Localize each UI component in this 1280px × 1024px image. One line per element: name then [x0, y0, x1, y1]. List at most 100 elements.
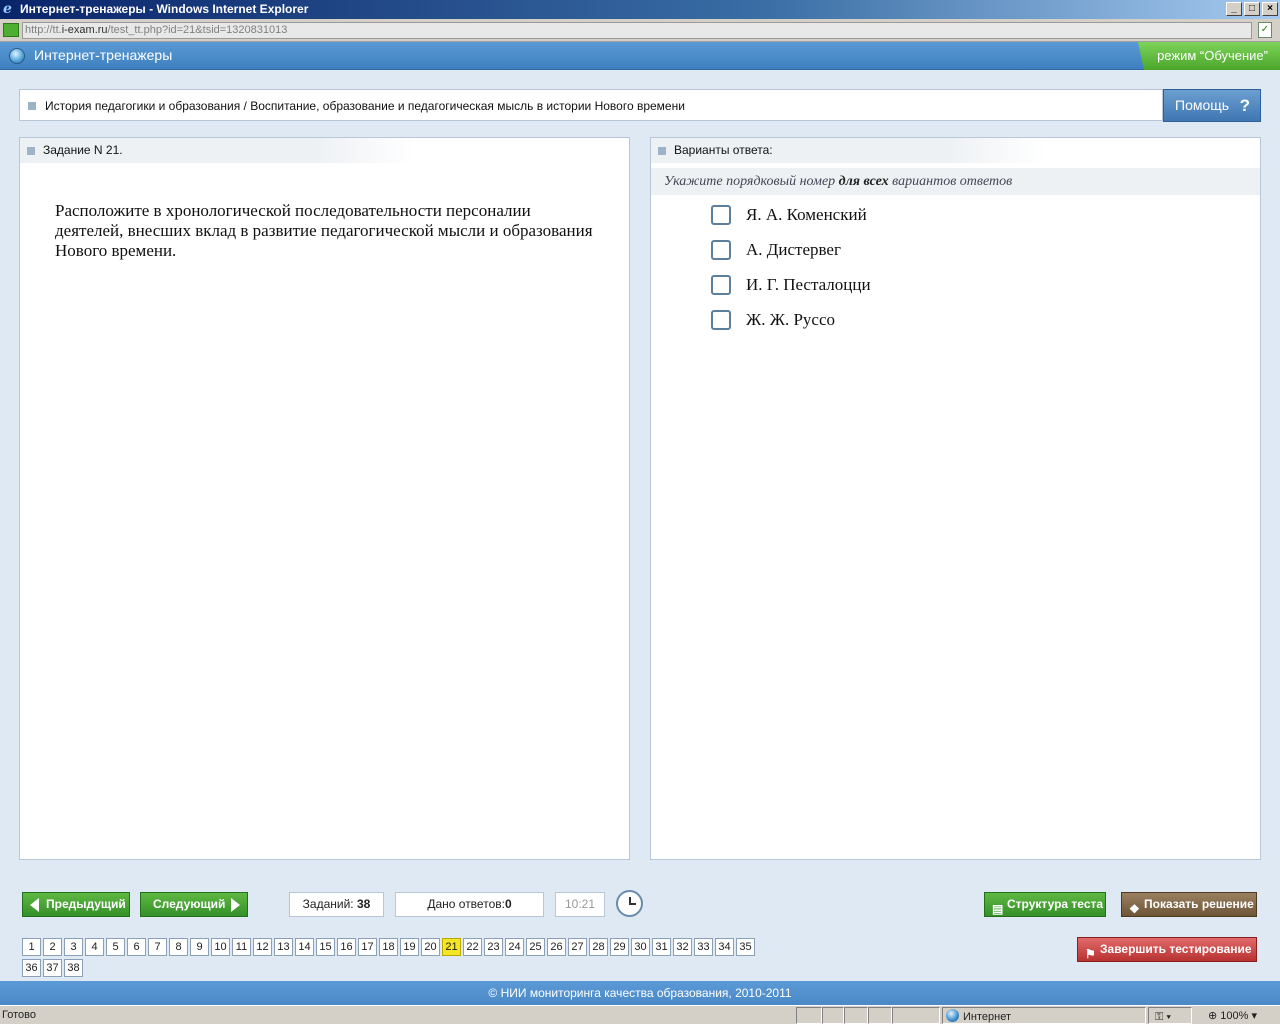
- chevron-down-icon: ▾: [1251, 1010, 1258, 1022]
- status-cell: [796, 1007, 822, 1024]
- total-tasks-value: 38: [356, 897, 371, 911]
- previous-label: Предыдущий: [46, 897, 126, 911]
- task-header: Задание N 21.: [20, 138, 415, 163]
- task-number-button[interactable]: 3: [64, 938, 83, 956]
- close-button[interactable]: ×: [1262, 2, 1278, 16]
- status-text: Готово: [2, 1009, 36, 1021]
- task-panel: Задание N 21. Расположите в хронологичес…: [19, 137, 630, 860]
- structure-label: Структура теста: [1007, 897, 1104, 911]
- task-number-button[interactable]: 38: [64, 959, 83, 977]
- test-structure-button[interactable]: ▤ Структура теста: [984, 892, 1106, 917]
- task-number-button[interactable]: 13: [274, 938, 293, 956]
- answer-option[interactable]: Ж. Ж. Руссо: [711, 309, 835, 331]
- minimize-button[interactable]: _: [1226, 2, 1242, 16]
- task-number-button[interactable]: 37: [43, 959, 62, 977]
- protected-mode-toggle[interactable]: ⚿ ▾: [1148, 1007, 1192, 1024]
- task-number-button[interactable]: 25: [526, 938, 545, 956]
- task-number-button[interactable]: 10: [211, 938, 230, 956]
- task-number-button[interactable]: 30: [631, 938, 650, 956]
- total-tasks-label: Заданий:: [302, 897, 354, 911]
- answer-checkbox[interactable]: [711, 205, 731, 225]
- task-number-button[interactable]: 9: [190, 938, 209, 956]
- task-number-button[interactable]: 28: [589, 938, 608, 956]
- ie-logo-icon: e: [3, 1, 12, 17]
- bullet-square-icon: [28, 102, 36, 110]
- task-number-button[interactable]: 15: [316, 938, 335, 956]
- show-solution-button[interactable]: ❖ Показать решение: [1121, 892, 1257, 917]
- task-number-button[interactable]: 24: [505, 938, 524, 956]
- running-man-icon: ⚑: [1085, 947, 1096, 961]
- task-number-button[interactable]: 2: [43, 938, 62, 956]
- task-number-button[interactable]: 19: [400, 938, 419, 956]
- finish-test-button[interactable]: ⚑ Завершить тестирование: [1077, 937, 1257, 962]
- answer-option-label: А. Дистервег: [746, 240, 841, 259]
- task-number-button[interactable]: 34: [715, 938, 734, 956]
- status-cell: [892, 1007, 940, 1024]
- task-number-button[interactable]: 6: [127, 938, 146, 956]
- arrow-right-icon: [231, 898, 240, 912]
- answer-checkbox[interactable]: [711, 310, 731, 330]
- page-icon: [3, 23, 19, 37]
- answered-count: Дано ответов:0: [395, 892, 544, 917]
- compatibility-icon[interactable]: ✓: [1258, 22, 1272, 38]
- help-button[interactable]: Помощь ?: [1163, 89, 1261, 122]
- task-number-button[interactable]: 32: [673, 938, 692, 956]
- task-number-button[interactable]: 14: [295, 938, 314, 956]
- task-number-button[interactable]: 35: [736, 938, 755, 956]
- mode-badge: режим “Обучение”: [1138, 42, 1280, 70]
- task-number-button[interactable]: 27: [568, 938, 587, 956]
- task-header-label: Задание N 21.: [43, 143, 123, 157]
- task-number-button[interactable]: 21: [442, 938, 461, 956]
- maximize-button[interactable]: □: [1244, 2, 1260, 16]
- book-icon: ❖: [1129, 902, 1140, 916]
- zoom-level: 100%: [1220, 1010, 1249, 1022]
- app-title: Интернет-тренажеры: [34, 47, 173, 63]
- arrow-left-icon: [30, 898, 39, 912]
- task-number-button[interactable]: 12: [253, 938, 272, 956]
- answered-label: Дано ответов:: [427, 897, 505, 911]
- task-number-button[interactable]: 8: [169, 938, 188, 956]
- app-header: Интернет-тренажеры режим “Обучение”: [0, 42, 1280, 70]
- next-button[interactable]: Следующий: [140, 892, 248, 917]
- previous-button[interactable]: Предыдущий: [22, 892, 130, 917]
- task-number-button[interactable]: 16: [337, 938, 356, 956]
- total-tasks: Заданий: 38: [289, 892, 384, 917]
- zoom-control[interactable]: ⊕ 100% ▾: [1194, 1007, 1264, 1024]
- task-number-button[interactable]: 4: [85, 938, 104, 956]
- question-mark-icon: ?: [1239, 96, 1250, 115]
- task-number-button[interactable]: 23: [484, 938, 503, 956]
- task-number-button[interactable]: 36: [22, 959, 41, 977]
- question-text: Расположите в хронологической последоват…: [55, 201, 593, 260]
- url-domain: i-exam.ru: [61, 24, 108, 36]
- answer-option[interactable]: Я. А. Коменский: [711, 204, 867, 226]
- task-number-button[interactable]: 18: [379, 938, 398, 956]
- task-number-button[interactable]: 7: [148, 938, 167, 956]
- task-number-button[interactable]: 31: [652, 938, 671, 956]
- footer-copyright: © НИИ мониторинга качества образования, …: [0, 981, 1280, 1005]
- status-cell: [868, 1007, 892, 1024]
- window-controls: _ □ ×: [1226, 2, 1278, 16]
- answer-checkbox[interactable]: [711, 275, 731, 295]
- task-number-button[interactable]: 33: [694, 938, 713, 956]
- task-number-button[interactable]: 29: [610, 938, 629, 956]
- answers-header-label: Варианты ответа:: [674, 143, 773, 157]
- status-cell: [844, 1007, 868, 1024]
- answer-option[interactable]: А. Дистервег: [711, 239, 841, 261]
- answer-option[interactable]: И. Г. Песталоцци: [711, 274, 871, 296]
- task-number-button[interactable]: 17: [358, 938, 377, 956]
- zone-label: Интернет: [963, 1011, 1011, 1023]
- answer-checkbox[interactable]: [711, 240, 731, 260]
- answer-instruction: Укажите порядковый номер для всех вариан…: [651, 168, 1260, 195]
- task-number-button[interactable]: 5: [106, 938, 125, 956]
- task-number-button[interactable]: 26: [547, 938, 566, 956]
- next-label: Следующий: [153, 897, 226, 911]
- window-titlebar: e Интернет-тренажеры - Windows Internet …: [0, 0, 1280, 19]
- task-number-button[interactable]: 22: [463, 938, 482, 956]
- answer-option-label: И. Г. Песталоцци: [746, 275, 871, 294]
- task-number-button[interactable]: 1: [22, 938, 41, 956]
- url-field[interactable]: http://tt.i-exam.ru/test_tt.php?id=21&ts…: [22, 22, 1252, 39]
- task-number-button[interactable]: 20: [421, 938, 440, 956]
- bullet-square-icon: [27, 146, 35, 155]
- task-number-button[interactable]: 11: [232, 938, 251, 956]
- security-zone: Интернет: [942, 1007, 1146, 1024]
